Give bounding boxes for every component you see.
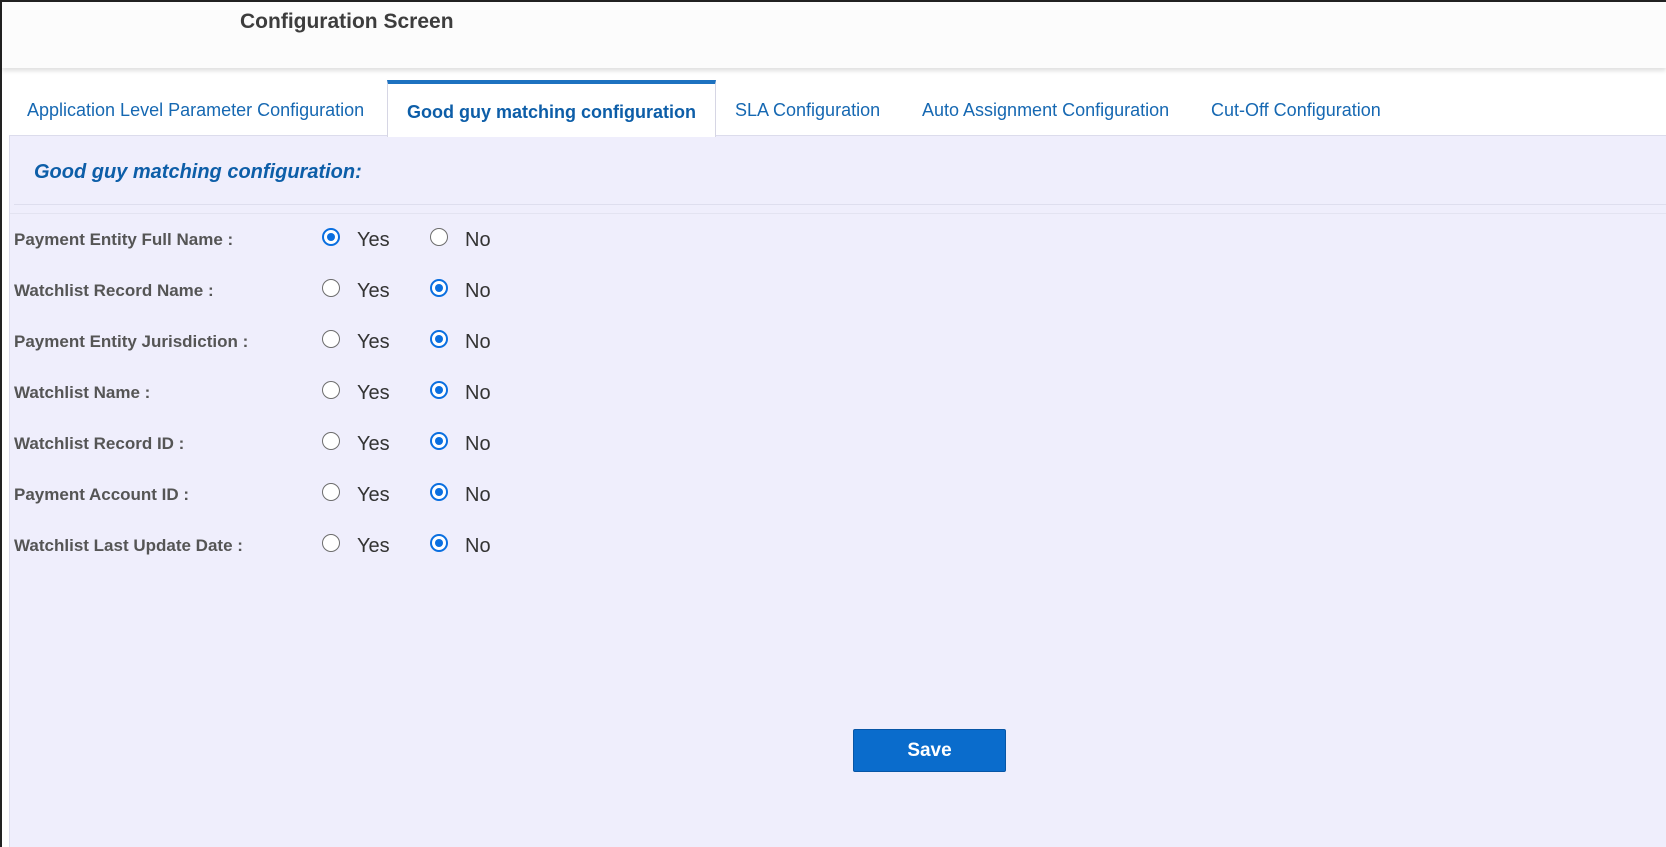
config-panel: Good guy matching configuration: Payment… (9, 135, 1666, 847)
yes-radio-label[interactable]: Yes (357, 229, 390, 252)
save-button[interactable]: Save (853, 729, 1006, 772)
yes-radio[interactable] (322, 432, 340, 450)
yes-radio-label[interactable]: Yes (357, 331, 390, 354)
option-row-payment-account-id: Payment Account ID : Yes No (10, 479, 810, 509)
yes-radio-label[interactable]: Yes (357, 433, 390, 456)
no-radio[interactable] (430, 534, 448, 552)
no-radio-label[interactable]: No (465, 229, 491, 252)
option-label: Payment Account ID : (14, 485, 190, 504)
yes-radio-label[interactable]: Yes (357, 535, 390, 558)
option-row-payment-entity-full-name: Payment Entity Full Name : Yes No (10, 224, 810, 254)
no-radio-label[interactable]: No (465, 484, 491, 507)
yes-radio[interactable] (322, 228, 340, 246)
tab-cut-off-configuration[interactable]: Cut-Off Configuration (1211, 84, 1381, 136)
yes-radio[interactable] (322, 381, 340, 399)
no-radio-label[interactable]: No (465, 382, 491, 405)
yes-radio[interactable] (322, 330, 340, 348)
option-row-watchlist-last-update-date: Watchlist Last Update Date : Yes No (10, 530, 810, 560)
yes-radio-label[interactable]: Yes (357, 484, 390, 507)
yes-radio[interactable] (322, 483, 340, 501)
no-radio[interactable] (430, 432, 448, 450)
no-radio[interactable] (430, 228, 448, 246)
option-label: Watchlist Record ID : (14, 434, 185, 453)
option-label: Payment Entity Full Name : (14, 230, 234, 249)
option-row-watchlist-record-name: Watchlist Record Name : Yes No (10, 275, 810, 305)
no-radio[interactable] (430, 381, 448, 399)
no-radio[interactable] (430, 330, 448, 348)
option-label: Watchlist Name : (14, 383, 151, 402)
no-radio-label[interactable]: No (465, 280, 491, 303)
section-header: Good guy matching configuration: (14, 138, 1666, 205)
yes-radio-label[interactable]: Yes (357, 382, 390, 405)
no-radio-label[interactable]: No (465, 535, 491, 558)
tab-application-level-parameter-configuration[interactable]: Application Level Parameter Configuratio… (27, 84, 364, 136)
option-row-watchlist-record-id: Watchlist Record ID : Yes No (10, 428, 810, 458)
tab-good-guy-matching-configuration[interactable]: Good guy matching configuration (387, 80, 716, 137)
no-radio[interactable] (430, 483, 448, 501)
yes-radio-label[interactable]: Yes (357, 280, 390, 303)
no-radio[interactable] (430, 279, 448, 297)
option-label: Watchlist Last Update Date : (14, 536, 243, 555)
tab-auto-assignment-configuration[interactable]: Auto Assignment Configuration (922, 84, 1169, 136)
tab-bar: Application Level Parameter Configuratio… (2, 80, 1666, 137)
option-label: Watchlist Record Name : (14, 281, 214, 300)
page-title: Configuration Screen (240, 10, 454, 33)
yes-radio[interactable] (322, 534, 340, 552)
option-label: Payment Entity Jurisdiction : (14, 332, 249, 351)
yes-radio[interactable] (322, 279, 340, 297)
tab-sla-configuration[interactable]: SLA Configuration (735, 84, 880, 136)
option-row-watchlist-name: Watchlist Name : Yes No (10, 377, 810, 407)
no-radio-label[interactable]: No (465, 433, 491, 456)
section-title: Good guy matching configuration: (34, 161, 362, 183)
no-radio-label[interactable]: No (465, 331, 491, 354)
section-divider (10, 213, 1666, 214)
page-header: Configuration Screen (2, 2, 1666, 68)
option-row-payment-entity-jurisdiction: Payment Entity Jurisdiction : Yes No (10, 326, 810, 356)
